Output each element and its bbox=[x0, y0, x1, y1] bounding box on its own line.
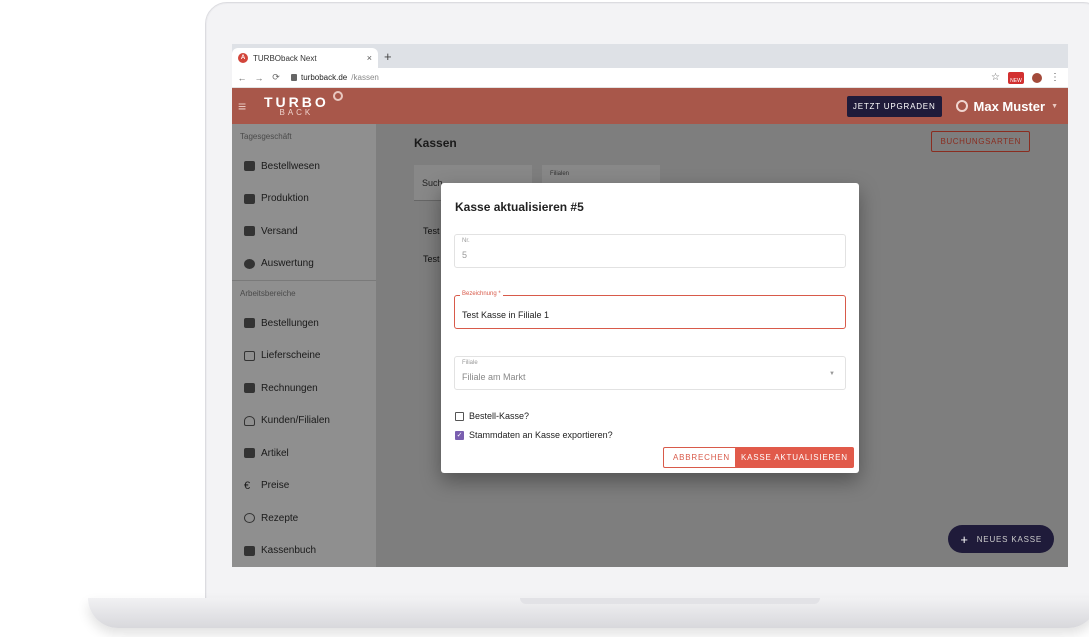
nr-value: 5 bbox=[462, 250, 468, 260]
clock-icon bbox=[244, 513, 255, 524]
tag-icon bbox=[244, 448, 255, 459]
sidebar-item-kunden-filialen[interactable]: Kunden/Filialen bbox=[232, 405, 376, 438]
url-field[interactable]: turboback.de/kassen bbox=[291, 73, 379, 82]
sidebar-item-label: Auswertung bbox=[261, 258, 314, 270]
pie-chart-icon bbox=[244, 258, 255, 269]
new-kasse-button[interactable]: + NEUES KASSE bbox=[948, 525, 1054, 553]
euro-icon: € bbox=[244, 479, 251, 492]
sidebar-item-kassenbuch[interactable]: Kassenbuch bbox=[232, 535, 376, 568]
checkbox-checked-icon: ✓ bbox=[455, 430, 464, 440]
stammdaten-export-checkbox[interactable]: ✓ Stammdaten an Kasse exportieren? bbox=[455, 430, 613, 440]
browser-tabbar: A TURBOback Next × + bbox=[232, 44, 1068, 68]
logo-main-text: TURBO bbox=[264, 94, 329, 110]
filiale-select[interactable]: Filiale Filiale am Markt ▼ bbox=[454, 356, 846, 390]
sidebar-item-label: Produktion bbox=[261, 193, 309, 205]
sidebar-item-produktion[interactable]: Produktion bbox=[232, 183, 376, 216]
reload-icon[interactable]: ⟳ bbox=[269, 72, 283, 83]
lock-icon bbox=[291, 74, 297, 81]
book-icon bbox=[244, 545, 255, 556]
buchungsarten-button[interactable]: BUCHUNGSARTEN bbox=[931, 131, 1030, 152]
list-item[interactable]: Test bbox=[423, 226, 440, 236]
new-extension-icon[interactable]: NEW bbox=[1008, 71, 1024, 84]
user-menu[interactable]: Max Muster ▼ bbox=[955, 98, 1058, 114]
checkbox-unchecked-icon bbox=[455, 411, 464, 421]
edit-kasse-dialog: Kasse aktualisieren #5 Nr. 5 Bezeichnung… bbox=[441, 183, 859, 473]
checkbox-label: Bestell-Kasse? bbox=[469, 411, 530, 421]
sidebar-item-label: Kassenbuch bbox=[261, 545, 317, 557]
update-kasse-button[interactable]: KASSE AKTUALISIEREN bbox=[735, 447, 854, 468]
sidebar-item-label: Kunden/Filialen bbox=[261, 415, 330, 427]
cancel-button[interactable]: ABBRECHEN bbox=[663, 447, 740, 468]
sidebar-item-bestellwesen[interactable]: Bestellwesen bbox=[232, 150, 376, 183]
sidebar-item-bestellungen[interactable]: Bestellungen bbox=[232, 307, 376, 340]
filiale-label: Filiale bbox=[462, 360, 478, 366]
browser-menu-icon[interactable]: ⋮ bbox=[1050, 72, 1060, 83]
page-title: Kassen bbox=[414, 136, 457, 150]
profile-avatar-icon[interactable] bbox=[1032, 72, 1042, 83]
sidebar-section-title: Arbeitsbereiche bbox=[240, 289, 296, 298]
new-kasse-label: NEUES KASSE bbox=[976, 534, 1042, 544]
checkbox-label: Stammdaten an Kasse exportieren? bbox=[469, 430, 613, 440]
sidebar-item-preise[interactable]: € Preise bbox=[232, 470, 376, 503]
turboback-logo: TURBO BACK bbox=[264, 91, 343, 117]
browser-tab[interactable]: A TURBOback Next × bbox=[232, 48, 378, 68]
bookmark-star-icon[interactable]: ☆ bbox=[991, 72, 1000, 83]
chevron-down-icon: ▼ bbox=[829, 371, 835, 377]
production-icon bbox=[244, 193, 255, 204]
back-icon[interactable]: ← bbox=[235, 73, 249, 83]
plus-icon: + bbox=[960, 531, 969, 547]
sidebar-item-label: Rezepte bbox=[261, 512, 299, 524]
person-icon bbox=[244, 415, 255, 426]
tab-title: TURBOback Next bbox=[253, 53, 317, 63]
tab-close-icon[interactable]: × bbox=[367, 53, 372, 63]
sidebar-item-versand[interactable]: Versand bbox=[232, 215, 376, 248]
sidebar-item-rechnungen[interactable]: Rechnungen bbox=[232, 372, 376, 405]
sidebar-item-rezepte[interactable]: Rezepte bbox=[232, 502, 376, 535]
bezeichnung-label: Bezeichnung * bbox=[460, 291, 503, 297]
nr-label: Nr. bbox=[462, 238, 470, 244]
url-path: /kassen bbox=[351, 73, 379, 82]
invoice-icon bbox=[244, 383, 255, 394]
sidebar: Tagesgeschäft Bestellwesen Produktion Ve… bbox=[232, 124, 376, 567]
list-item[interactable]: Test bbox=[423, 254, 440, 264]
sidebar-item-artikel[interactable]: Artikel bbox=[232, 437, 376, 470]
sidebar-item-label: Versand bbox=[261, 225, 298, 237]
filiale-value: Filiale am Markt bbox=[462, 372, 526, 382]
app-favicon-icon: A bbox=[238, 53, 248, 63]
bezeichnung-field[interactable]: Bezeichnung * Test Kasse in Filiale 1 bbox=[454, 291, 846, 329]
laptop-notch bbox=[520, 598, 820, 604]
sidebar-item-label: Preise bbox=[261, 480, 290, 492]
new-tab-button[interactable]: + bbox=[384, 49, 392, 64]
sidebar-section-title: Tagesgeschäft bbox=[240, 132, 292, 141]
logo-badge-icon bbox=[332, 91, 343, 101]
sidebar-item-label: Artikel bbox=[261, 447, 289, 459]
extensions-area: ☆ NEW ⋮ bbox=[991, 71, 1068, 84]
sidebar-item-label: Lieferscheine bbox=[261, 350, 321, 362]
cart-icon bbox=[244, 161, 255, 172]
hamburger-menu-icon[interactable]: ≡ bbox=[238, 98, 258, 114]
dialog-title: Kasse aktualisieren #5 bbox=[455, 200, 584, 214]
bezeichnung-value: Test Kasse in Filiale 1 bbox=[462, 310, 550, 320]
screen: A TURBOback Next × + ← → ⟳ turboback.de /… bbox=[232, 44, 1068, 567]
list-icon bbox=[244, 350, 255, 361]
sidebar-item-label: Bestellwesen bbox=[261, 160, 320, 172]
sidebar-item-label: Rechnungen bbox=[261, 382, 318, 394]
app-header: ≡ TURBO BACK JETZT UPGRADEN Max Muster ▼ bbox=[232, 88, 1068, 124]
truck-icon bbox=[244, 226, 255, 237]
forward-icon[interactable]: → bbox=[252, 73, 266, 83]
account-icon bbox=[955, 100, 968, 112]
browser-addressbar: ← → ⟳ turboback.de/kassen ☆ NEW ⋮ bbox=[232, 68, 1068, 88]
cart-icon bbox=[244, 318, 255, 329]
nr-field: Nr. 5 bbox=[454, 234, 846, 268]
sidebar-item-label: Bestellungen bbox=[261, 317, 319, 329]
chevron-down-icon: ▼ bbox=[1051, 102, 1058, 110]
upgrade-button[interactable]: JETZT UPGRADEN bbox=[846, 95, 942, 117]
sidebar-item-auswertung[interactable]: Auswertung bbox=[232, 248, 376, 281]
bestell-kasse-checkbox[interactable]: Bestell-Kasse? bbox=[455, 411, 529, 421]
url-host: turboback.de bbox=[301, 73, 348, 82]
sidebar-item-lieferscheine[interactable]: Lieferscheine bbox=[232, 340, 376, 373]
logo-sub-text: BACK bbox=[279, 108, 314, 117]
user-name: Max Muster bbox=[973, 98, 1046, 114]
